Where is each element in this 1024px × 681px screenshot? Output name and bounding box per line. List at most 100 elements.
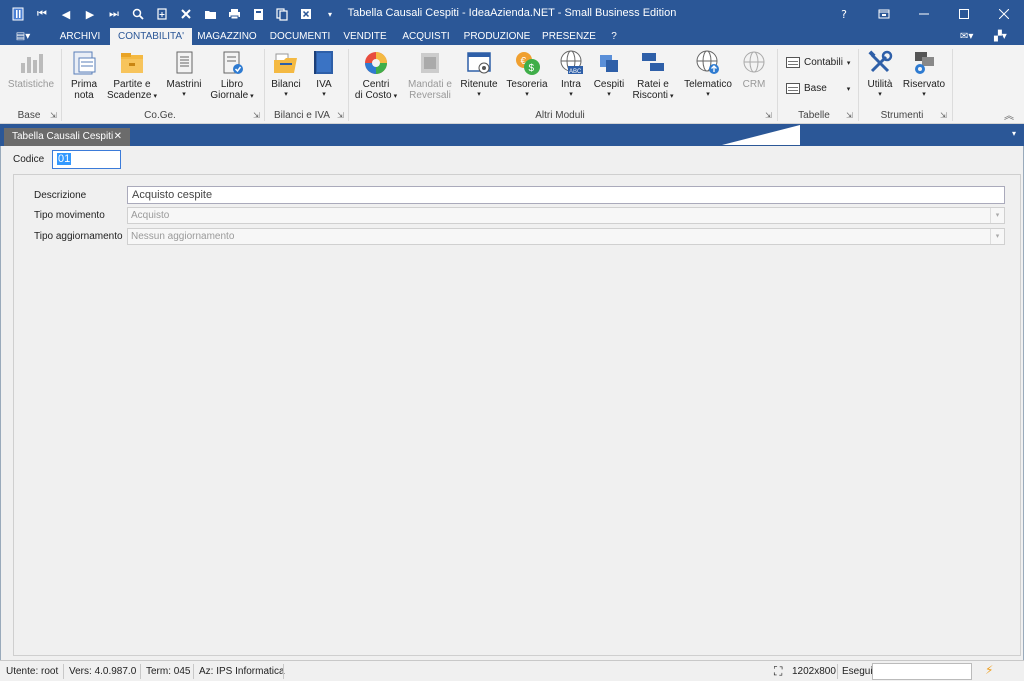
globe-abc-icon: ABC: [557, 49, 585, 77]
status-utente: Utente: root: [6, 666, 59, 677]
tab-vendite[interactable]: VENDITE: [340, 28, 390, 45]
restore-layout-button[interactable]: [864, 0, 904, 28]
bilanci-iva-launcher-icon[interactable]: ⇲: [337, 111, 344, 120]
close-tab-icon[interactable]: ✕: [114, 128, 122, 146]
mastrini-button[interactable]: Mastrini ▾: [164, 49, 204, 99]
customize-toolbar-icon[interactable]: ▾: [318, 5, 342, 23]
mandati-reversali-button[interactable]: Mandati e Reversali: [406, 49, 454, 101]
partite-label-2: Scadenze: [107, 90, 152, 101]
descrizione-input[interactable]: Acquisto cespite: [127, 186, 1005, 204]
document-stack-icon: [416, 49, 444, 77]
open-folder-icon[interactable]: [198, 5, 222, 23]
cespiti-label: Cespiti: [593, 79, 625, 90]
tipo-aggiornamento-label: Tipo aggiornamento: [34, 231, 123, 242]
prima-nota-button[interactable]: Prima nota: [66, 49, 102, 101]
tipo-aggiornamento-select[interactable]: Nessun aggiornamento ▾: [127, 228, 1005, 245]
print-icon[interactable]: [222, 5, 246, 23]
tesoreria-label: Tesoreria: [506, 79, 548, 90]
base-tables-button[interactable]: Base ▾: [786, 83, 850, 94]
minimize-button[interactable]: [904, 0, 944, 28]
excel-icon[interactable]: [294, 5, 318, 23]
tab-acquisti[interactable]: ACQUISTI: [398, 28, 454, 45]
libro-giornale-button[interactable]: Libro Giornale ▾: [208, 49, 256, 102]
bilanci-button[interactable]: Bilanci ▾: [268, 49, 304, 99]
form-content: Codice 01 Descrizione Acquisto cespite T…: [0, 146, 1024, 660]
cespiti-dropdown-arrow: ▾: [607, 90, 611, 98]
esegui-command-input[interactable]: [872, 663, 972, 680]
tab-magazzino[interactable]: MAGAZZINO: [195, 28, 259, 45]
first-record-icon[interactable]: ⏮: [30, 5, 54, 23]
bar-chart-icon: [17, 49, 45, 77]
table-icon: [786, 83, 800, 94]
journal-icon: [70, 49, 98, 77]
partite-scadenze-button[interactable]: Partite e Scadenze ▾: [104, 49, 160, 102]
statistiche-button[interactable]: Statistiche: [6, 49, 56, 90]
resize-icon[interactable]: ⛶: [774, 664, 782, 679]
contabili-label: Contabili: [804, 57, 843, 68]
previous-record-icon[interactable]: ◀: [54, 5, 78, 23]
prima-nota-label-2: nota: [74, 90, 94, 101]
new-record-icon[interactable]: [150, 5, 174, 23]
status-separator: [63, 664, 64, 679]
chevron-down-icon[interactable]: ▾: [990, 229, 1004, 244]
coge-launcher-icon[interactable]: ⇲: [253, 111, 260, 120]
centri-di-costo-button[interactable]: Centri di Costo ▾: [352, 49, 400, 102]
tab-help[interactable]: ?: [604, 28, 624, 45]
tab-documenti[interactable]: DOCUMENTI: [267, 28, 333, 45]
riservato-button[interactable]: Riservato ▾: [902, 49, 946, 99]
ratei-label-2: Risconti: [632, 90, 669, 101]
status-terminale: Term: 045: [146, 666, 191, 677]
intra-button[interactable]: ABC Intra ▾: [554, 49, 588, 99]
collapse-ribbon-icon[interactable]: ︽: [1004, 107, 1014, 122]
tab-contabilita[interactable]: CONTABILITA': [110, 28, 192, 45]
last-record-icon[interactable]: ⏭: [102, 5, 126, 23]
tab-tabella-causali-cespiti[interactable]: Tabella Causali Cespiti ✕: [4, 128, 130, 146]
contabili-button[interactable]: Contabili ▾: [786, 57, 850, 68]
centri-label-2: di Costo: [354, 90, 392, 101]
next-record-icon[interactable]: ▶: [78, 5, 102, 23]
altri-moduli-launcher-icon[interactable]: ⇲: [765, 111, 772, 120]
mail-menu-button[interactable]: ✉▾: [960, 28, 973, 45]
utilita-button[interactable]: Utilità ▾: [862, 49, 898, 99]
telematico-button[interactable]: Telematico ▾: [682, 49, 734, 99]
ritenute-button[interactable]: Ritenute ▾: [458, 49, 500, 99]
tab-presenze[interactable]: PRESENZE: [540, 28, 598, 45]
codice-input[interactable]: 01: [52, 150, 121, 169]
ratei-risconti-button[interactable]: Ratei e Risconti ▾: [630, 49, 676, 102]
strumenti-launcher-icon[interactable]: ⇲: [940, 111, 947, 120]
close-button[interactable]: [984, 0, 1024, 28]
partite-label-1: Partite e: [113, 79, 151, 90]
bilanci-dropdown-arrow: ▾: [284, 90, 288, 98]
base-launcher-icon[interactable]: ⇲: [50, 111, 57, 120]
crm-button[interactable]: CRM: [738, 49, 770, 90]
tab-archivi[interactable]: ARCHIVI: [54, 28, 106, 45]
group-separator: [858, 49, 859, 121]
app-logo-icon[interactable]: [6, 5, 30, 23]
status-separator: [283, 664, 284, 679]
chevron-down-icon[interactable]: ▾: [990, 208, 1004, 223]
application-menu-button[interactable]: ▤▾: [8, 28, 38, 45]
cespiti-button[interactable]: Cespiti ▾: [592, 49, 626, 99]
codice-value: 01: [57, 153, 72, 165]
contabili-dropdown-arrow: ▾: [846, 58, 851, 67]
group-separator: [264, 49, 265, 121]
delete-icon[interactable]: [174, 5, 198, 23]
lightning-icon[interactable]: ⚡: [985, 663, 993, 677]
tab-produzione[interactable]: PRODUZIONE: [462, 28, 532, 45]
tabelle-launcher-icon[interactable]: ⇲: [846, 111, 853, 120]
maximize-button[interactable]: [944, 0, 984, 28]
iva-button[interactable]: IVA ▾: [308, 49, 340, 99]
layout-menu-button[interactable]: ▞▾: [994, 28, 1007, 45]
globe-icon: [740, 49, 768, 77]
calculator-icon[interactable]: [246, 5, 270, 23]
tipo-movimento-select[interactable]: Acquisto ▾: [127, 207, 1005, 224]
search-icon[interactable]: [126, 5, 150, 23]
book-check-icon: [218, 49, 246, 77]
help-button[interactable]: ?: [824, 0, 864, 28]
group-separator: [777, 49, 778, 121]
tesoreria-button[interactable]: € $ Tesoreria ▾: [504, 49, 550, 99]
folder-open-icon: [272, 49, 300, 77]
tab-list-dropdown-icon[interactable]: ▾: [1012, 129, 1016, 138]
mandati-label-2: Reversali: [409, 90, 451, 101]
copy-icon[interactable]: [270, 5, 294, 23]
